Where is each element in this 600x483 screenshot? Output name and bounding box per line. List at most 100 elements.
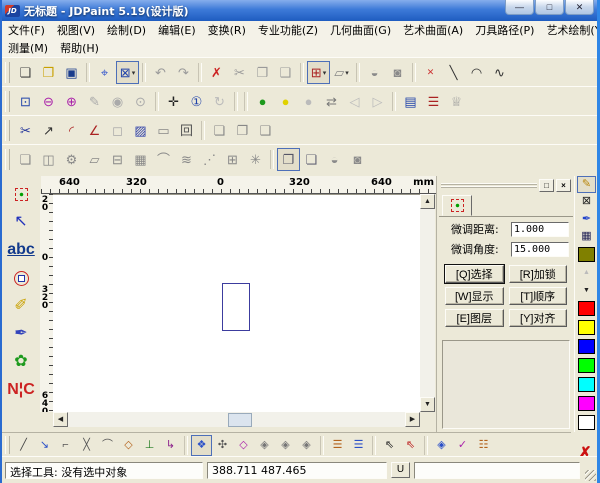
snap-face-2-button[interactable]: ◈ [275, 435, 296, 456]
unit-button[interactable]: U [391, 462, 410, 478]
no-fill-button[interactable]: ⊠ [577, 193, 596, 210]
snap-quadrant-button[interactable]: ◇ [118, 435, 139, 456]
nudge-angle-input[interactable] [511, 242, 569, 257]
drawn-rectangle[interactable] [222, 283, 250, 331]
redraw-button[interactable]: ↻ [208, 90, 231, 113]
concentric-offset-button[interactable]: 回 [175, 119, 198, 142]
swatch-red[interactable] [578, 301, 595, 316]
swatch-cyan[interactable] [578, 377, 595, 392]
menu-edit[interactable]: 编辑(E) [152, 21, 202, 39]
layer-table-button[interactable]: ☰ [422, 90, 445, 113]
prop-list-button[interactable]: ☷ [473, 435, 494, 456]
extend-curve-button[interactable]: ↗ [37, 119, 60, 142]
pan-view-button[interactable]: ✛ [162, 90, 185, 113]
transform-mode-button[interactable]: ⊞▾ [307, 61, 330, 84]
drawing-canvas[interactable] [53, 194, 420, 412]
snap-endpoint-button[interactable]: ╱ [13, 435, 34, 456]
bound-box-button[interactable]: ⊞ [221, 148, 244, 171]
apply-down-button[interactable]: ◈ [431, 435, 452, 456]
render-crown-button[interactable]: ♕ [445, 90, 468, 113]
scroll-thumb[interactable] [228, 413, 252, 427]
offset-curve-button[interactable]: ▨ [129, 119, 152, 142]
color-picker-button[interactable]: ✒ [577, 211, 596, 228]
palette-scroll-down-button[interactable]: ▼ [577, 282, 596, 299]
nudge-crosshair-button[interactable]: ⌖ [93, 61, 116, 84]
draw-line-button[interactable]: ╲ [442, 61, 465, 84]
curve-draw-tool-button[interactable]: ✐ [6, 292, 36, 320]
zoom-out-button[interactable]: ⊖ [37, 90, 60, 113]
warp-text-button[interactable]: ≋ [175, 148, 198, 171]
copy-offset-3-button[interactable]: ❑ [254, 119, 277, 142]
show-w-button[interactable]: [W]显示 [445, 287, 504, 305]
menu-draw[interactable]: 绘制(D) [101, 21, 152, 39]
layer-e-button[interactable]: [E]图层 [445, 309, 504, 327]
horizontal-scrollbar[interactable]: ◀ ▶ [53, 412, 420, 427]
lamp-pick-button[interactable]: ● [297, 90, 320, 113]
swatch-magenta[interactable] [578, 396, 595, 411]
pick-plane-arrow-button[interactable]: ☰ [348, 435, 369, 456]
paste-button[interactable]: ❑ [274, 61, 297, 84]
minimize-button[interactable]: — [505, 0, 534, 15]
rotate-button[interactable]: ⚙ [60, 148, 83, 171]
swatch-blue[interactable] [578, 339, 595, 354]
snap-foot-button[interactable]: ↘ [34, 435, 55, 456]
copy-button[interactable]: ❐ [251, 61, 274, 84]
view-style-button[interactable]: ✎ [83, 90, 106, 113]
snap-face-1-button[interactable]: ◈ [254, 435, 275, 456]
pick-box-dropdown[interactable]: ▾ [132, 69, 136, 77]
view-selected-button[interactable]: ⊙ [129, 90, 152, 113]
lamp-on-button[interactable]: ● [251, 90, 274, 113]
snap-midpoint-button[interactable]: ⌐ [55, 435, 76, 456]
outline-slot-button[interactable]: ▭ [152, 119, 175, 142]
selection-tool-button[interactable] [6, 180, 36, 208]
menu-file[interactable]: 文件(F) [2, 21, 51, 39]
center-align-button[interactable]: ✳ [244, 148, 267, 171]
scroll-down-button[interactable]: ▼ [420, 397, 435, 412]
align-y-button[interactable]: [Y]对齐 [509, 309, 568, 327]
shape-tool-button[interactable] [6, 264, 36, 292]
toolpath-tool-button[interactable]: N¦C [6, 376, 36, 404]
next-state-button[interactable]: ▷ [366, 90, 389, 113]
select-q-button[interactable]: [Q]选择 [445, 265, 504, 283]
scroll-right-button[interactable]: ▶ [405, 412, 420, 427]
knife-tool-button[interactable]: ✒ [6, 320, 36, 348]
weld-group-button[interactable]: ❐ [277, 148, 300, 171]
tab-select-tool[interactable] [442, 195, 472, 216]
menu-art-surface[interactable]: 艺术曲面(A) [397, 21, 469, 39]
lamp-off-button[interactable]: ● [274, 90, 297, 113]
trim-curve-button[interactable]: ✂ [14, 119, 37, 142]
draw-color-pencil-button[interactable]: ✎ [577, 176, 596, 193]
snap-tangent-button[interactable]: ⌒ [97, 435, 118, 456]
menu-toolpath[interactable]: 刀具路径(P) [469, 21, 540, 39]
nudge-distance-input[interactable] [511, 222, 569, 237]
zoom-actual-button[interactable]: ① [185, 90, 208, 113]
snap-face-3-button[interactable]: ◈ [296, 435, 317, 456]
layer-book-button[interactable]: ▤ [399, 90, 422, 113]
surface-mode-button[interactable]: ▱▾ [330, 61, 353, 84]
relief-dome-b-button[interactable]: ◙ [386, 61, 409, 84]
lock-r-button[interactable]: [R]加锁 [509, 265, 568, 283]
menu-measure[interactable]: 测量(M) [2, 39, 54, 57]
move-copy-button[interactable]: ❏ [14, 148, 37, 171]
snap-nearest-button[interactable]: ↳ [160, 435, 181, 456]
menu-transform[interactable]: 变换(R) [202, 21, 252, 39]
chamfer-corner-button[interactable]: ∠ [83, 119, 106, 142]
maximize-button[interactable]: □ [535, 0, 564, 15]
menu-help[interactable]: 帮助(H) [54, 39, 105, 57]
panel-grip[interactable] [441, 183, 537, 188]
open-folder-button[interactable]: ❐ [37, 61, 60, 84]
relief-dome-a-button[interactable]: ◒ [363, 61, 386, 84]
dome-relief-a-button[interactable]: ◒ [323, 148, 346, 171]
new-file-button[interactable]: ❏ [14, 61, 37, 84]
delete-button[interactable]: ✗ [205, 61, 228, 84]
resize-grip[interactable] [585, 470, 596, 481]
snap-intersection-button[interactable]: ╳ [76, 435, 97, 456]
check-path-button[interactable]: ✓ [452, 435, 473, 456]
cursor-delete-button[interactable]: ⇖ [400, 435, 421, 456]
array-button[interactable]: ▦ [129, 148, 152, 171]
snap-node-button[interactable]: ◇ [233, 435, 254, 456]
draw-arc-button[interactable]: ◠ [465, 61, 488, 84]
snap-grid-button[interactable]: ❖ [191, 435, 212, 456]
close-button[interactable]: ✕ [565, 0, 594, 15]
cut-button[interactable]: ✂ [228, 61, 251, 84]
